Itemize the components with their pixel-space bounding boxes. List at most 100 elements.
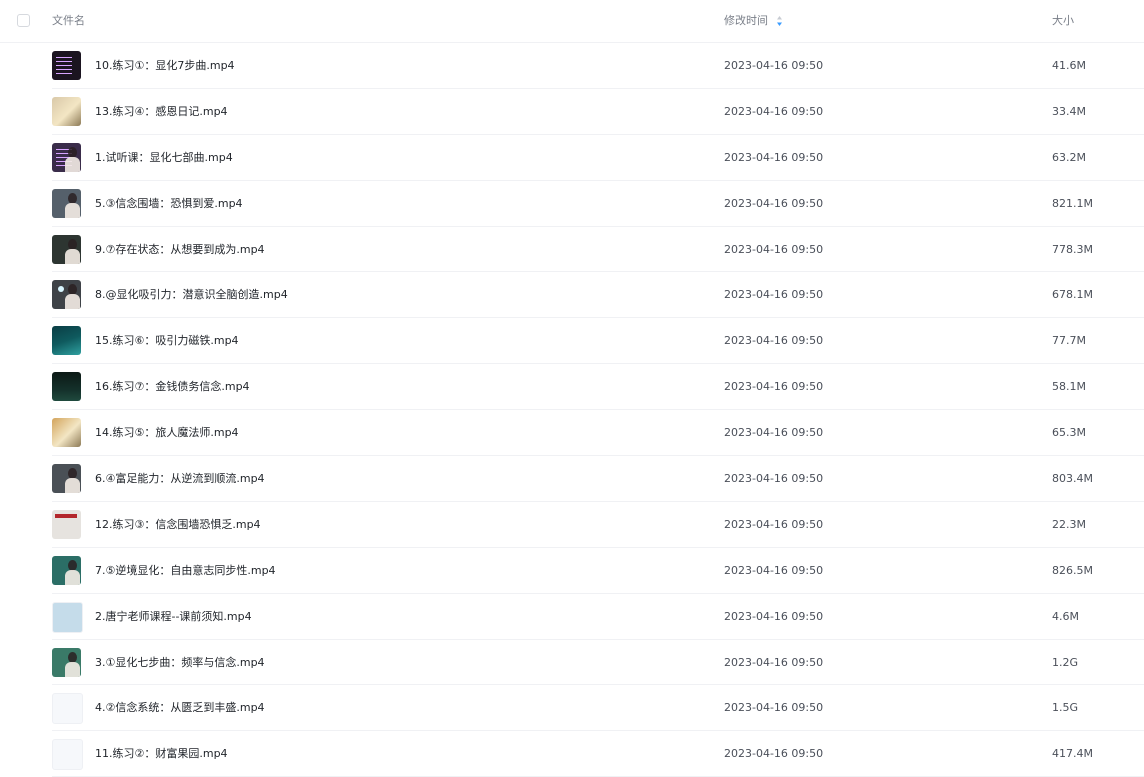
- file-modified-time: 2023-04-16 09:50: [724, 563, 824, 577]
- file-row[interactable]: 12.练习③：信念围墙恐惧乏.mp4 2023-04-16 09:50 22.3M: [0, 502, 1144, 548]
- file-row[interactable]: 8.@显化吸引力：潜意识全脑创造.mp4 2023-04-16 09:50 678.…: [0, 272, 1144, 319]
- thumbnail-text-line: [56, 65, 72, 66]
- file-size: 77.7M: [1052, 334, 1086, 348]
- file-size: 63.2M: [1052, 150, 1086, 164]
- file-name[interactable]: 16.练习⑦：金钱债务信念.mp4: [95, 379, 250, 394]
- thumbnail-person-head: [68, 238, 77, 250]
- file-modified-time: 2023-04-16 09:50: [724, 334, 824, 348]
- file-modified-time: 2023-04-16 09:50: [724, 242, 824, 256]
- file-name[interactable]: 13.练习④：感恩日记.mp4: [95, 104, 228, 119]
- video-thumbnail[interactable]: [52, 693, 83, 725]
- file-row[interactable]: 16.练习⑦：金钱债务信念.mp4 2023-04-16 09:50 58.1M: [0, 364, 1144, 411]
- file-name[interactable]: 7.⑤逆境显化：自由意志同步性.mp4: [95, 563, 276, 578]
- video-thumbnail[interactable]: [52, 188, 81, 218]
- video-thumbnail[interactable]: [52, 51, 81, 80]
- video-thumbnail[interactable]: [52, 464, 81, 494]
- file-name[interactable]: 2.唐宁老师课程--课前须知.mp4: [95, 609, 252, 624]
- file-size: 33.4M: [1052, 104, 1086, 118]
- file-size: 4.6M: [1052, 609, 1079, 623]
- file-name[interactable]: 4.②信念系统：从匮乏到丰盛.mp4: [95, 700, 265, 715]
- video-thumbnail[interactable]: [52, 555, 81, 585]
- thumbnail-person-body: [65, 248, 80, 264]
- file-row[interactable]: 10.练习①：显化7步曲.mp4 2023-04-16 09:50 41.6M: [0, 43, 1144, 89]
- file-modified-time: 2023-04-16 09:50: [724, 655, 824, 669]
- file-list-header: 文件名 修改时间 大小: [0, 0, 1144, 43]
- video-thumbnail[interactable]: [52, 509, 81, 539]
- file-modified-time: 2023-04-16 09:50: [724, 196, 824, 210]
- thumbnail-person-body: [65, 478, 80, 494]
- column-header-name[interactable]: 文件名: [52, 14, 85, 28]
- video-thumbnail[interactable]: [52, 234, 81, 264]
- file-row[interactable]: 9.⑦存在状态：从想要到成为.mp4 2023-04-16 09:50 778.3M: [0, 227, 1144, 273]
- file-modified-time: 2023-04-16 09:50: [724, 380, 824, 394]
- thumbnail-text-line: [56, 61, 72, 62]
- thumbnail-person-body: [65, 156, 80, 172]
- file-modified-time: 2023-04-16 09:50: [724, 59, 824, 72]
- file-name[interactable]: 5.③信念围墙：恐惧到爱.mp4: [95, 196, 243, 211]
- file-size: 1.5G: [1052, 701, 1079, 715]
- column-header-modified-time[interactable]: 修改时间: [724, 14, 768, 28]
- file-row[interactable]: 14.练习⑤：旅人魔法师.mp4 2023-04-16 09:50 65.3M: [0, 410, 1144, 456]
- file-size: 778.3M: [1052, 242, 1093, 256]
- file-name[interactable]: 3.①显化七步曲：频率与信念.mp4: [95, 655, 265, 670]
- thumbnail-light: [58, 286, 64, 293]
- video-thumbnail[interactable]: [52, 142, 81, 172]
- file-size: 417.4M: [1052, 747, 1093, 761]
- file-modified-time: 2023-04-16 09:50: [724, 288, 824, 302]
- file-list: 10.练习①：显化7步曲.mp4 2023-04-16 09:50 41.6M 13.…: [0, 43, 1144, 777]
- select-all-checkbox[interactable]: [17, 14, 30, 27]
- file-modified-time: 2023-04-16 09:50: [724, 150, 824, 164]
- file-modified-time: 2023-04-16 09:50: [724, 472, 824, 486]
- video-thumbnail[interactable]: [52, 647, 81, 677]
- thumbnail-person-body: [65, 202, 80, 218]
- file-name[interactable]: 9.⑦存在状态：从想要到成为.mp4: [95, 242, 265, 257]
- file-row[interactable]: 7.⑤逆境显化：自由意志同步性.mp4 2023-04-16 09:50 826.5…: [0, 548, 1144, 594]
- file-size: 41.6M: [1052, 59, 1086, 72]
- file-row[interactable]: 11.练习②：财富果园.mp4 2023-04-16 09:50 417.4M: [0, 731, 1144, 777]
- file-name[interactable]: 10.练习①：显化7步曲.mp4: [95, 58, 235, 73]
- file-modified-time: 2023-04-16 09:50: [724, 701, 824, 715]
- file-name[interactable]: 6.④富足能力：从逆流到顺流.mp4: [95, 471, 265, 486]
- file-size: 803.4M: [1052, 472, 1093, 486]
- video-thumbnail[interactable]: [52, 418, 81, 448]
- thumbnail-text-line: [56, 73, 72, 74]
- file-name[interactable]: 14.练习⑤：旅人魔法师.mp4: [95, 425, 239, 440]
- file-row[interactable]: 1.试听课：显化七部曲.mp4 2023-04-16 09:50 63.2M: [0, 135, 1144, 181]
- file-row[interactable]: 6.④富足能力：从逆流到顺流.mp4 2023-04-16 09:50 803.4M: [0, 456, 1144, 502]
- file-row[interactable]: 2.唐宁老师课程--课前须知.mp4 2023-04-16 09:50 4.6M: [0, 594, 1144, 640]
- file-name[interactable]: 12.练习③：信念围墙恐惧乏.mp4: [95, 517, 261, 532]
- thumbnail-banner: [55, 513, 77, 518]
- thumbnail-person-body: [65, 294, 80, 310]
- file-row[interactable]: 5.③信念围墙：恐惧到爱.mp4 2023-04-16 09:50 821.1M: [0, 181, 1144, 227]
- file-size: 65.3M: [1052, 426, 1086, 440]
- file-name[interactable]: 8.@显化吸引力：潜意识全脑创造.mp4: [95, 287, 288, 302]
- file-row[interactable]: 13.练习④：感恩日记.mp4 2023-04-16 09:50 33.4M: [0, 89, 1144, 135]
- file-size: 821.1M: [1052, 196, 1093, 210]
- file-size: 826.5M: [1052, 563, 1093, 577]
- thumbnail-person-body: [65, 569, 80, 585]
- video-thumbnail[interactable]: [52, 601, 83, 633]
- file-modified-time: 2023-04-16 09:50: [724, 104, 824, 118]
- thumbnail-person-head: [68, 651, 77, 663]
- file-name[interactable]: 15.练习⑥：吸引力磁铁.mp4: [95, 333, 239, 348]
- column-header-size[interactable]: 大小: [1052, 14, 1074, 28]
- file-row[interactable]: 15.练习⑥：吸引力磁铁.mp4 2023-04-16 09:50 77.7M: [0, 318, 1144, 365]
- file-size: 1.2G: [1052, 655, 1079, 669]
- file-name[interactable]: 1.试听课：显化七部曲.mp4: [95, 150, 233, 165]
- file-name[interactable]: 11.练习②：财富果园.mp4: [95, 746, 228, 761]
- video-thumbnail[interactable]: [52, 96, 81, 126]
- video-thumbnail[interactable]: [52, 372, 81, 402]
- file-modified-time: 2023-04-16 09:50: [724, 426, 824, 440]
- file-row[interactable]: 3.①显化七步曲：频率与信念.mp4 2023-04-16 09:50 1.2G: [0, 640, 1144, 686]
- video-thumbnail[interactable]: [52, 326, 81, 356]
- sort-descending-icon[interactable]: [776, 15, 783, 27]
- file-size: 678.1M: [1052, 288, 1093, 302]
- file-row[interactable]: 4.②信念系统：从匮乏到丰盛.mp4 2023-04-16 09:50 1.5G: [0, 685, 1144, 732]
- thumbnail-text-line: [56, 57, 72, 58]
- video-thumbnail[interactable]: [52, 280, 81, 310]
- thumbnail-person-body: [65, 661, 80, 677]
- file-size: 58.1M: [1052, 380, 1086, 394]
- video-thumbnail[interactable]: [52, 739, 83, 771]
- file-size: 22.3M: [1052, 517, 1086, 531]
- file-modified-time: 2023-04-16 09:50: [724, 747, 824, 761]
